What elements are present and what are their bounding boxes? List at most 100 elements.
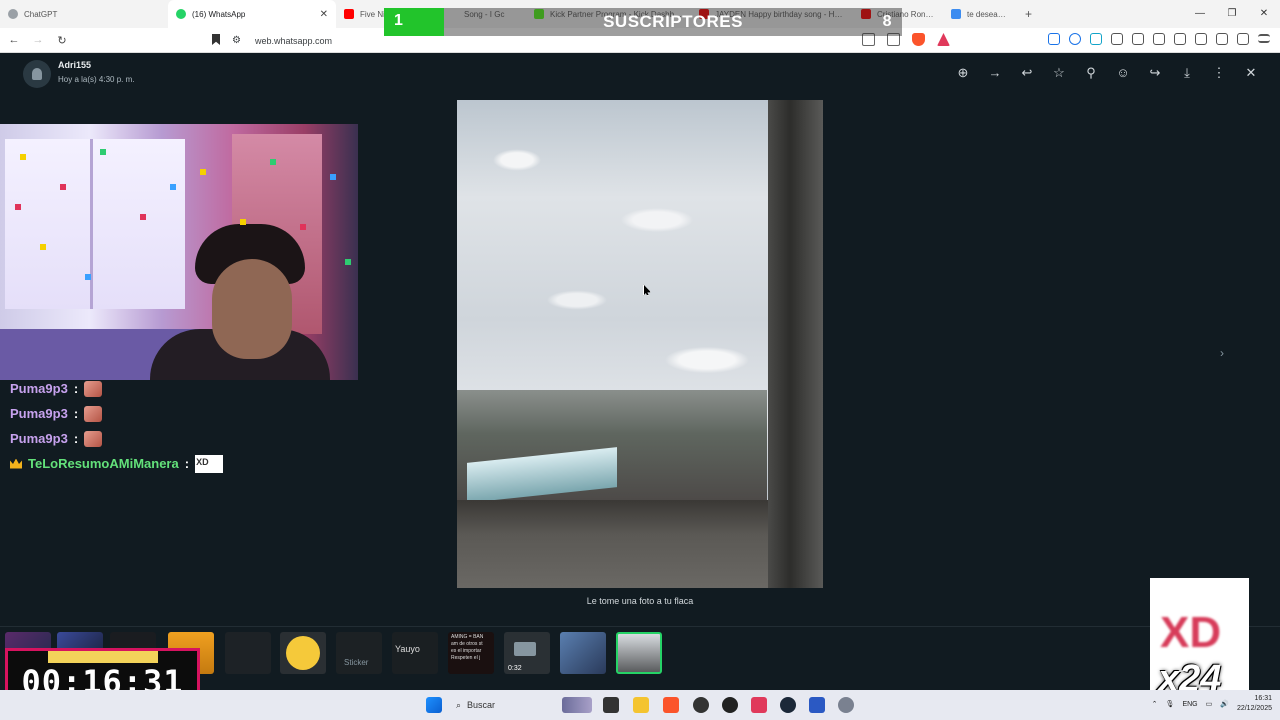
search-icon: ⌕ [456, 699, 462, 710]
extension-icon[interactable] [1090, 33, 1102, 45]
video-icon [514, 642, 536, 656]
rewards-icon[interactable] [937, 33, 950, 46]
zoom-in-icon[interactable]: ⊕ [947, 62, 979, 84]
confetti [170, 184, 176, 190]
rewards-icon[interactable] [751, 697, 767, 713]
close-tab-icon[interactable]: ✕ [320, 9, 328, 20]
minimize-icon[interactable]: — [1184, 0, 1216, 28]
webcam-face [212, 259, 292, 359]
confetti [100, 149, 106, 155]
pin-icon[interactable]: ⚲ [1075, 62, 1107, 84]
clock-time: 16:31 [1254, 695, 1272, 702]
puzzle-icon[interactable] [1111, 33, 1123, 45]
new-tab-icon[interactable]: + [1015, 7, 1042, 21]
chat-separator: : [184, 456, 190, 471]
tab-whatsapp[interactable]: (16) WhatsApp ✕ [168, 0, 336, 28]
close-icon[interactable]: ✕ [1235, 62, 1267, 84]
xd-combo-overlay: XD x24 [1150, 578, 1249, 700]
brave-icon[interactable] [663, 697, 679, 713]
network-icon[interactable]: ▭ [1206, 700, 1213, 708]
media-thumbnail[interactable]: Yauyo [392, 632, 438, 674]
microphone-icon[interactable]: 🎙 [1166, 700, 1175, 708]
media-thumbnail[interactable] [560, 632, 606, 674]
chat-message: Puma9p3 : [10, 401, 340, 426]
extension-icon[interactable] [1132, 33, 1144, 45]
media-thumbnail-selected[interactable] [616, 632, 662, 674]
bookmark-icon[interactable] [212, 34, 220, 45]
windows-start-icon[interactable] [426, 697, 442, 713]
sidebar-icon[interactable] [1174, 33, 1186, 45]
subscriber-label: SUSCRIPTORES [603, 12, 743, 31]
confetti [330, 174, 336, 180]
reply-icon[interactable]: ↩ [1011, 62, 1043, 84]
clock-date: 22/12/2025 [1236, 705, 1272, 712]
back-icon[interactable]: ← [4, 34, 24, 46]
thumbs-emote-icon [84, 405, 103, 422]
download-icon[interactable]: ⤓ [1171, 62, 1203, 84]
webcam-window [5, 139, 185, 309]
wallet-icon[interactable] [1195, 33, 1207, 45]
media-thumbnail[interactable]: AMING = BAN am de otros st es el importa… [448, 632, 494, 674]
forward-icon[interactable]: ↪ [1139, 62, 1171, 84]
media-thumbnail[interactable] [225, 632, 271, 674]
music-icon[interactable] [1153, 33, 1165, 45]
media-thumbnail[interactable]: 0:32 [504, 632, 550, 674]
ai-icon[interactable] [1216, 33, 1228, 45]
tab-chatgpt[interactable]: ChatGPT [0, 0, 168, 28]
timer-decoration [48, 651, 158, 663]
crown-icon [10, 458, 22, 469]
task-view-icon[interactable] [603, 697, 619, 713]
chat-message: Puma9p3 : [10, 426, 340, 451]
xd-text: XD [1160, 608, 1222, 657]
taskbar-clock[interactable]: 16:31 22/12/2025 [1237, 694, 1272, 714]
menu-icon[interactable] [1258, 34, 1270, 43]
avatar[interactable] [23, 60, 51, 88]
extension-icon[interactable] [1048, 33, 1060, 45]
media-thumbnail[interactable] [280, 632, 326, 674]
thumbs-emote-icon [84, 380, 103, 397]
site-info-icon[interactable]: ⚙ [232, 35, 241, 46]
next-media-icon[interactable]: › [1220, 346, 1224, 360]
close-window-icon[interactable]: ✕ [1248, 0, 1280, 28]
url-field[interactable]: ⚙ web.whatsapp.com [232, 32, 332, 49]
settings-icon[interactable] [838, 697, 854, 713]
brave-shield-icon[interactable] [912, 33, 925, 46]
reload-icon[interactable]: ↻ [52, 34, 72, 47]
xd-emote: XD [195, 454, 224, 473]
chevron-up-icon[interactable]: ⌃ [1152, 700, 1158, 708]
confetti [300, 224, 306, 230]
window-controls: — ❐ ✕ [1184, 0, 1280, 28]
webcam-overlay [0, 124, 358, 380]
confetti [140, 214, 146, 220]
subscriber-goal-bar: SUSCRIPTORES 8 [444, 8, 902, 36]
forward-icon[interactable]: → [28, 34, 48, 46]
photo-window-frame [768, 100, 823, 588]
video-duration: 0:32 [508, 665, 522, 672]
more-icon[interactable]: ⋮ [1203, 62, 1235, 84]
emoji-icon[interactable]: ☺ [1107, 62, 1139, 84]
app-icon[interactable] [809, 697, 825, 713]
maximize-icon[interactable]: ❐ [1216, 0, 1248, 28]
search-highlight-icon[interactable] [562, 697, 592, 713]
steam-icon[interactable] [780, 697, 796, 713]
file-explorer-icon[interactable] [633, 697, 649, 713]
arrow-right-icon[interactable]: → [979, 62, 1011, 84]
confetti [200, 169, 206, 175]
sticker-face-icon [286, 636, 320, 670]
extension-icon[interactable] [1069, 33, 1081, 45]
search-placeholder: Buscar [467, 700, 496, 710]
language-indicator[interactable]: ENG [1182, 701, 1197, 708]
star-icon[interactable]: ☆ [1043, 62, 1075, 84]
volume-icon[interactable]: 🔊 [1220, 700, 1229, 708]
page-icon [951, 9, 961, 19]
tab-label: (16) WhatsApp [192, 9, 246, 19]
user-icon [32, 68, 42, 80]
obs-icon[interactable] [693, 697, 709, 713]
tab-other[interactable]: te desea un fe [943, 0, 1015, 28]
vpn-icon[interactable] [1237, 33, 1249, 45]
viewer-actions: ⊕ → ↩ ☆ ⚲ ☺ ↪ ⤓ ⋮ ✕ [947, 62, 1267, 84]
viewed-photo[interactable] [457, 100, 823, 588]
xbox-icon[interactable] [722, 697, 738, 713]
media-thumbnail[interactable]: Sticker [336, 632, 382, 674]
tab-label: ChatGPT [24, 9, 58, 19]
